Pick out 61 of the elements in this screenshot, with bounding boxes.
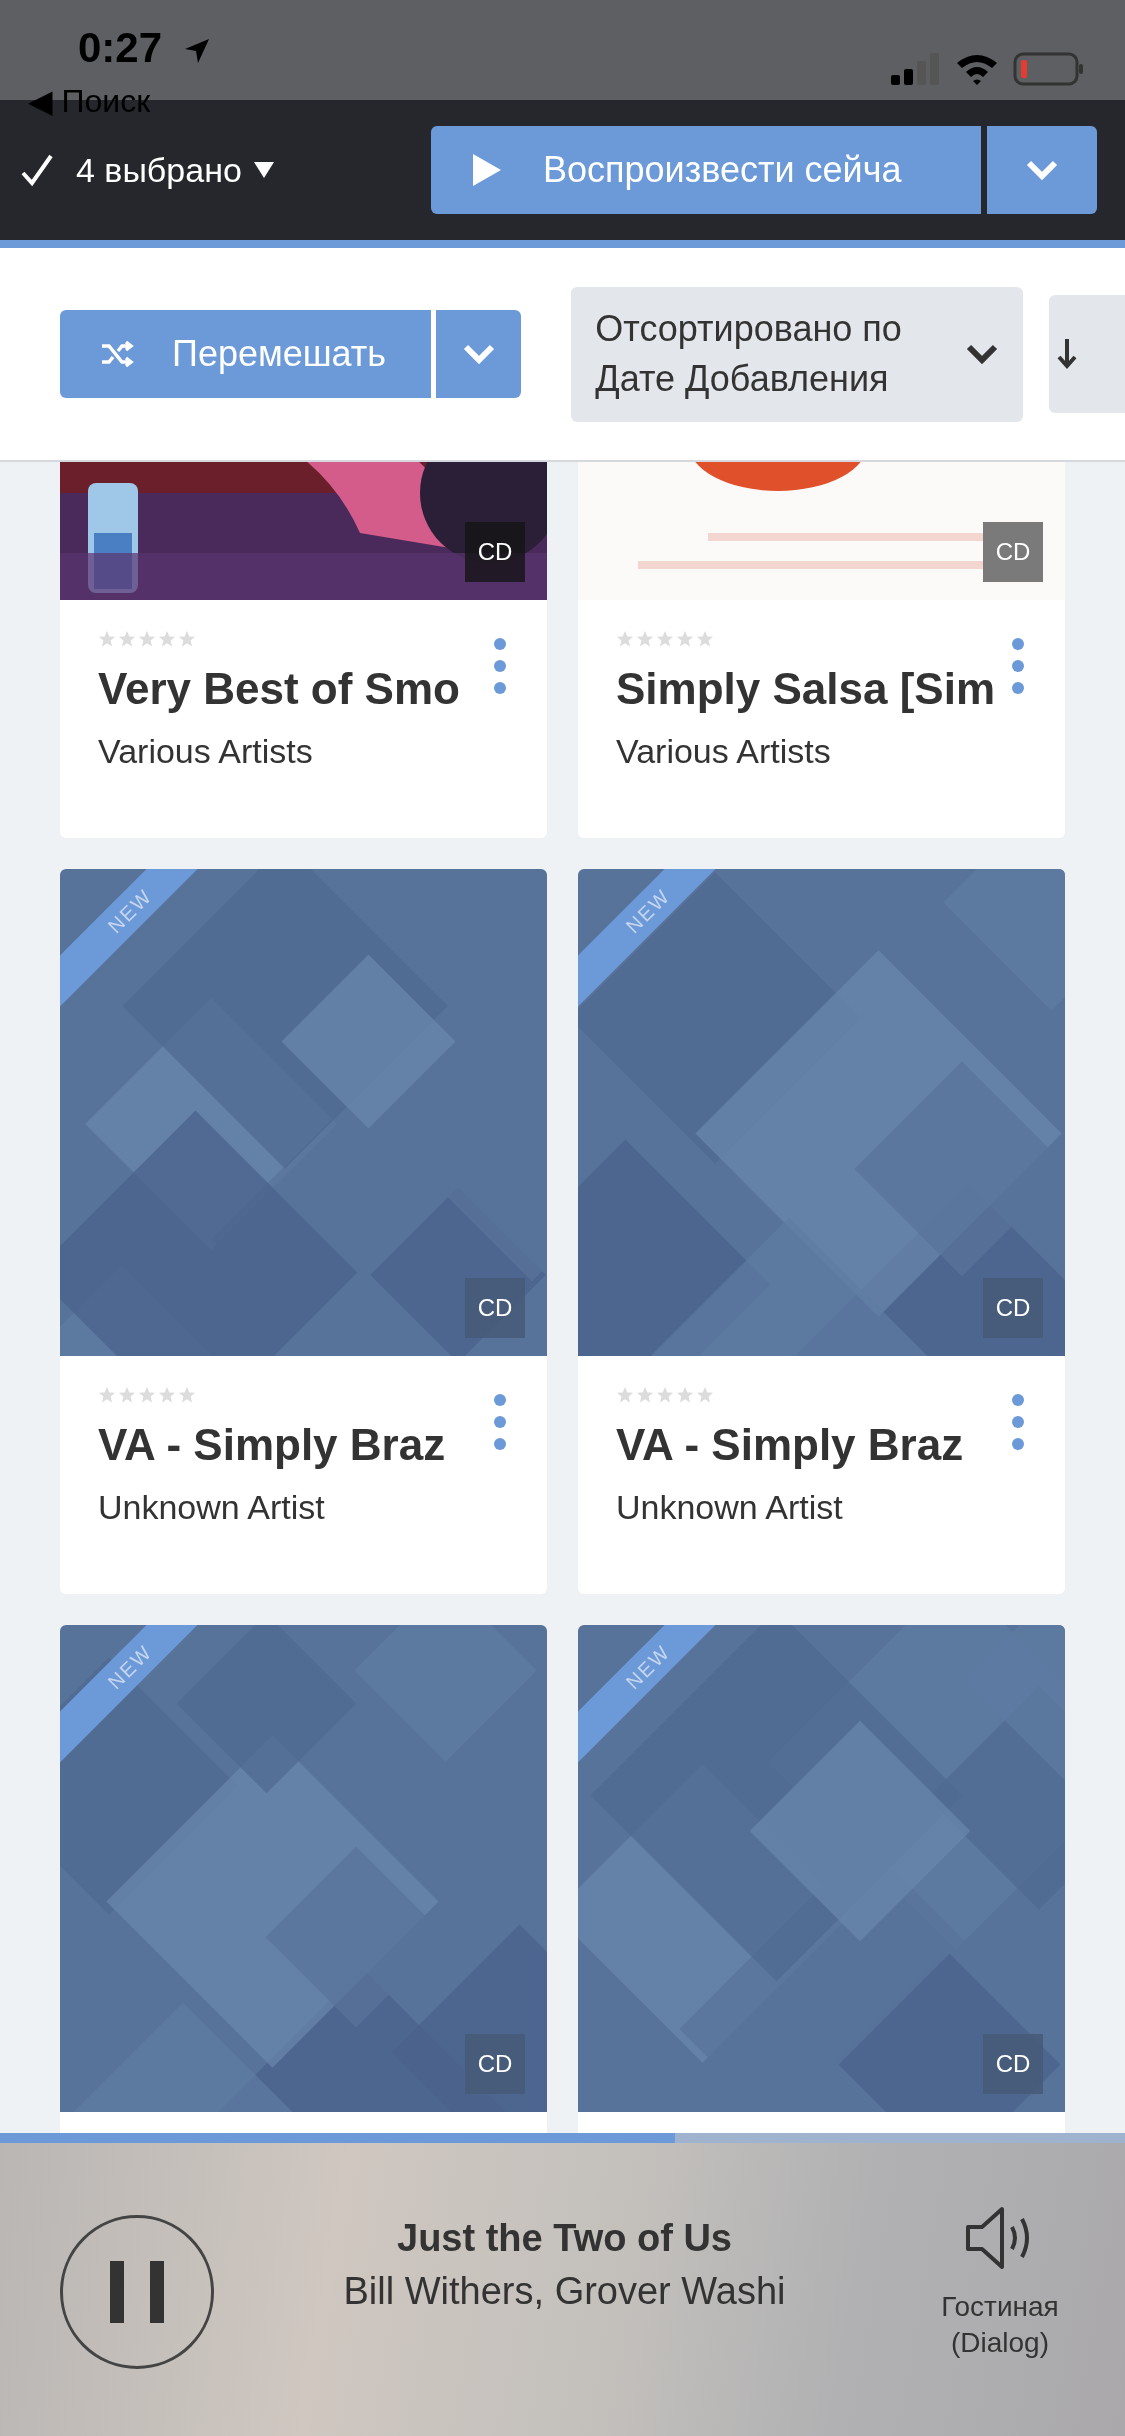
format-badge: CD [465, 2034, 525, 2094]
album-artist: Unknown Artist [98, 1488, 325, 1527]
checkmark-icon [20, 153, 54, 187]
star-icon [676, 630, 694, 648]
star-icon [636, 630, 654, 648]
battery-icon [1013, 52, 1085, 86]
album-artist: Various Artists [98, 732, 313, 771]
album-artist: Unknown Artist [616, 1488, 843, 1527]
format-badge: CD [983, 522, 1043, 582]
output-device-button[interactable]: Гостиная (Dialog) [915, 2205, 1085, 2362]
star-icon [616, 630, 634, 648]
album-title: VA - Simply Braz [616, 1420, 964, 1470]
caret-icon [253, 162, 274, 178]
star-icon [178, 1386, 196, 1404]
album-card[interactable]: CD Very Best of Smo Various Artists [60, 462, 547, 838]
star-icon [178, 630, 196, 648]
album-title: Very Best of Smo [98, 664, 460, 714]
format-badge: CD [465, 522, 525, 582]
track-artist: Bill Withers, Grover Washi [343, 2270, 786, 2313]
more-icon [493, 636, 507, 696]
format-badge: CD [465, 1278, 525, 1338]
chevron-down-icon [1025, 159, 1059, 181]
star-icon [676, 1386, 694, 1404]
star-icon [118, 1386, 136, 1404]
pause-button[interactable] [60, 2215, 214, 2369]
wifi-icon [955, 53, 999, 85]
play-options-button[interactable] [987, 126, 1097, 214]
album-title: Simply Salsa [Sim [616, 664, 996, 714]
album-artist: Various Artists [616, 732, 831, 771]
sort-dropdown[interactable]: Отсортировано по Дате Добавления [571, 286, 1024, 422]
star-icon [656, 1386, 674, 1404]
more-icon [493, 1392, 507, 1452]
star-icon [656, 630, 674, 648]
star-icon [138, 630, 156, 648]
more-icon [1011, 1392, 1025, 1452]
sort-direction-button[interactable] [1049, 295, 1125, 413]
star-icon [98, 630, 116, 648]
star-icon [98, 1386, 116, 1404]
signal-icon [891, 53, 941, 85]
track-title: Just the Two of Us [397, 2217, 732, 2260]
star-icon [158, 630, 176, 648]
format-badge: CD [983, 1278, 1043, 1338]
shuffle-options-button[interactable] [436, 310, 522, 398]
format-badge: CD [983, 2034, 1043, 2094]
play-icon [471, 152, 503, 188]
selection-count[interactable]: 4 выбрано [76, 150, 242, 190]
star-icon [138, 1386, 156, 1404]
star-icon [158, 1386, 176, 1404]
chevron-down-icon [965, 343, 1000, 365]
album-title: VA - Simply Braz [98, 1420, 446, 1470]
star-icon [696, 630, 714, 648]
album-card[interactable]: CD Simply Salsa [Sim Various Artists [578, 462, 1065, 838]
star-icon [636, 1386, 654, 1404]
status-time: 0:27 [78, 24, 163, 72]
shuffle-icon [100, 340, 134, 368]
star-icon [616, 1386, 634, 1404]
arrow-down-icon [1057, 339, 1078, 369]
more-icon [1011, 636, 1025, 696]
star-icon [696, 1386, 714, 1404]
star-icon [118, 630, 136, 648]
chevron-down-icon [461, 343, 496, 365]
